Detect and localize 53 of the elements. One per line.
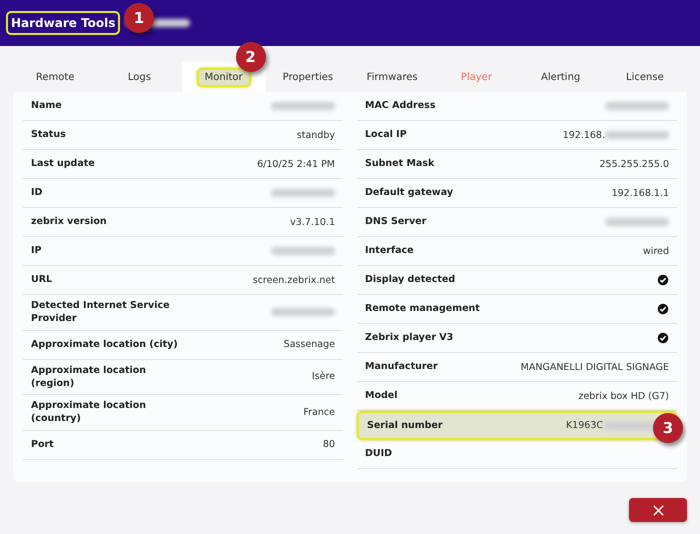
field-value: 6/10/25 2:41 PM bbox=[257, 158, 335, 170]
field-label: Detected Internet Service Provider bbox=[31, 299, 171, 326]
field-value: 192.168.1.1 bbox=[612, 188, 669, 198]
tab[interactable]: Monitor bbox=[196, 68, 251, 86]
field-label: URL bbox=[31, 273, 52, 288]
field-value: MANGANELLI DIGITAL SIGNAGE bbox=[520, 362, 669, 372]
field-label: IP bbox=[31, 244, 42, 258]
field-label: zebrix version bbox=[31, 215, 107, 230]
field-label: Model bbox=[365, 389, 398, 404]
tab[interactable]: Logs bbox=[120, 68, 159, 86]
field-label: Approximate location (country) bbox=[31, 399, 148, 426]
tab[interactable]: Properties bbox=[274, 68, 342, 86]
field-label: Approximate location (region) bbox=[31, 364, 148, 391]
field-label: MAC Address bbox=[365, 99, 436, 114]
field-label: Display detected bbox=[365, 273, 456, 288]
field-label: Name bbox=[31, 99, 62, 114]
callout-badge: 2 bbox=[236, 42, 266, 72]
field-value: K1963C bbox=[566, 420, 603, 431]
field-label: Serial number bbox=[367, 418, 443, 433]
field-label: ID bbox=[31, 186, 42, 200]
field-value: 192.168. bbox=[562, 130, 605, 140]
field-label: DUID bbox=[365, 447, 392, 462]
field-label: Manufacturer bbox=[365, 360, 438, 374]
field-value: Sassenage bbox=[284, 339, 335, 350]
field-label: Last update bbox=[31, 157, 95, 172]
field-label: Subnet Mask bbox=[365, 157, 434, 172]
tab[interactable]: Remote bbox=[28, 68, 82, 86]
field-value: France bbox=[303, 406, 335, 418]
field-label: Interface bbox=[365, 244, 414, 258]
field-value: screen.zebrix.net bbox=[252, 274, 335, 286]
field-value: v3.7.10.1 bbox=[290, 216, 335, 228]
field-label: Port bbox=[31, 438, 54, 452]
callout-badge: 1 bbox=[124, 3, 154, 33]
field-value: standby bbox=[296, 130, 335, 140]
field-value: 80 bbox=[322, 439, 335, 450]
field-label: Remote management bbox=[365, 302, 480, 316]
close-icon bbox=[652, 504, 664, 516]
field-label: Status bbox=[31, 128, 66, 142]
close-button[interactable] bbox=[629, 498, 687, 522]
callout-badge: 3 bbox=[653, 413, 683, 443]
field-value: Isère bbox=[312, 371, 335, 382]
field-value: wired bbox=[643, 246, 669, 256]
field-label: Default gateway bbox=[365, 186, 454, 200]
tab[interactable]: Firmwares bbox=[358, 68, 426, 86]
tab[interactable]: License bbox=[618, 68, 672, 86]
field-label: Zebrix player V3 bbox=[365, 331, 454, 346]
field-label: Approximate location (city) bbox=[31, 338, 178, 352]
tab[interactable]: Alerting bbox=[532, 68, 588, 86]
field-label: DNS Server bbox=[365, 215, 426, 230]
field-label: Local IP bbox=[365, 128, 407, 142]
field-value: 255.255.255.0 bbox=[599, 158, 669, 170]
window-title: Hardware Tools bbox=[6, 11, 120, 35]
field-value: zebrix box HD (G7) bbox=[578, 390, 669, 402]
